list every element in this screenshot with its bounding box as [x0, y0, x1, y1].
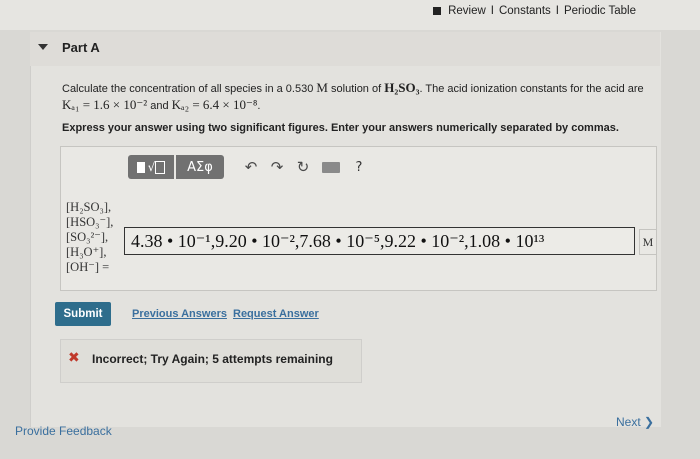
answer-input[interactable]: 4.38 • 10⁻¹,9.20 • 10⁻²,7.68 • 10⁻⁵,9.22…: [124, 227, 635, 255]
help-button[interactable]: ?: [346, 160, 372, 175]
greek-symbols-button[interactable]: ΑΣφ: [176, 155, 224, 179]
label-oh: [OH⁻] =: [66, 260, 110, 274]
review-icon: [433, 7, 442, 15]
math-toolbar: √ ΑΣφ ↶ ↷ ↻ ?: [128, 155, 372, 179]
request-answer-link[interactable]: Request Answer: [233, 308, 319, 320]
part-header[interactable]: [30, 32, 660, 66]
unit-label: M: [639, 229, 657, 255]
top-links: Review I Constants I Periodic Table: [433, 5, 636, 17]
label-hso3: [HSO₃⁻],: [66, 215, 114, 229]
next-link[interactable]: Next ❯: [616, 415, 654, 429]
review-link[interactable]: Review: [448, 5, 486, 17]
incorrect-x-icon: ✖: [68, 350, 80, 366]
periodic-table-link[interactable]: Periodic Table: [564, 5, 636, 17]
keyboard-icon[interactable]: [316, 158, 346, 176]
label-h2so3: [H₂SO₃],: [66, 200, 112, 214]
previous-answers-link[interactable]: Previous Answers: [132, 308, 227, 320]
collapse-caret-icon[interactable]: [38, 44, 48, 50]
template-box-icon: [136, 161, 145, 173]
label-so3: [SO₃²⁻],: [66, 230, 109, 244]
feedback-message: Incorrect; Try Again; 5 attempts remaini…: [92, 352, 333, 366]
reset-icon[interactable]: ↻: [290, 158, 316, 176]
sqrt-icon: √: [147, 160, 156, 174]
constants-link[interactable]: Constants: [499, 5, 551, 17]
species-labels: [H₂SO₃], [HSO₃⁻], [SO₃²⁻], [H₃O⁺], [OH⁻]…: [66, 200, 113, 275]
question-text: Calculate the concentration of all speci…: [62, 80, 644, 112]
ka2: Kₐ₂ = 6.4 × 10⁻⁸: [171, 97, 258, 112]
instruction: Express your answer using two significan…: [62, 122, 619, 134]
submit-button[interactable]: Submit: [55, 302, 111, 326]
separator: I: [555, 5, 559, 17]
undo-icon[interactable]: ↶: [238, 158, 264, 176]
label-h3o: [H₃O⁺],: [66, 245, 107, 259]
provide-feedback-link[interactable]: Provide Feedback: [15, 424, 112, 438]
separator: I: [490, 5, 494, 17]
part-title: Part A: [62, 40, 100, 55]
redo-icon[interactable]: ↷: [264, 158, 290, 176]
ka1: Kₐ₁ = 1.6 × 10⁻²: [62, 97, 148, 112]
templates-button[interactable]: √: [128, 155, 174, 179]
template-box-icon: [155, 160, 166, 174]
